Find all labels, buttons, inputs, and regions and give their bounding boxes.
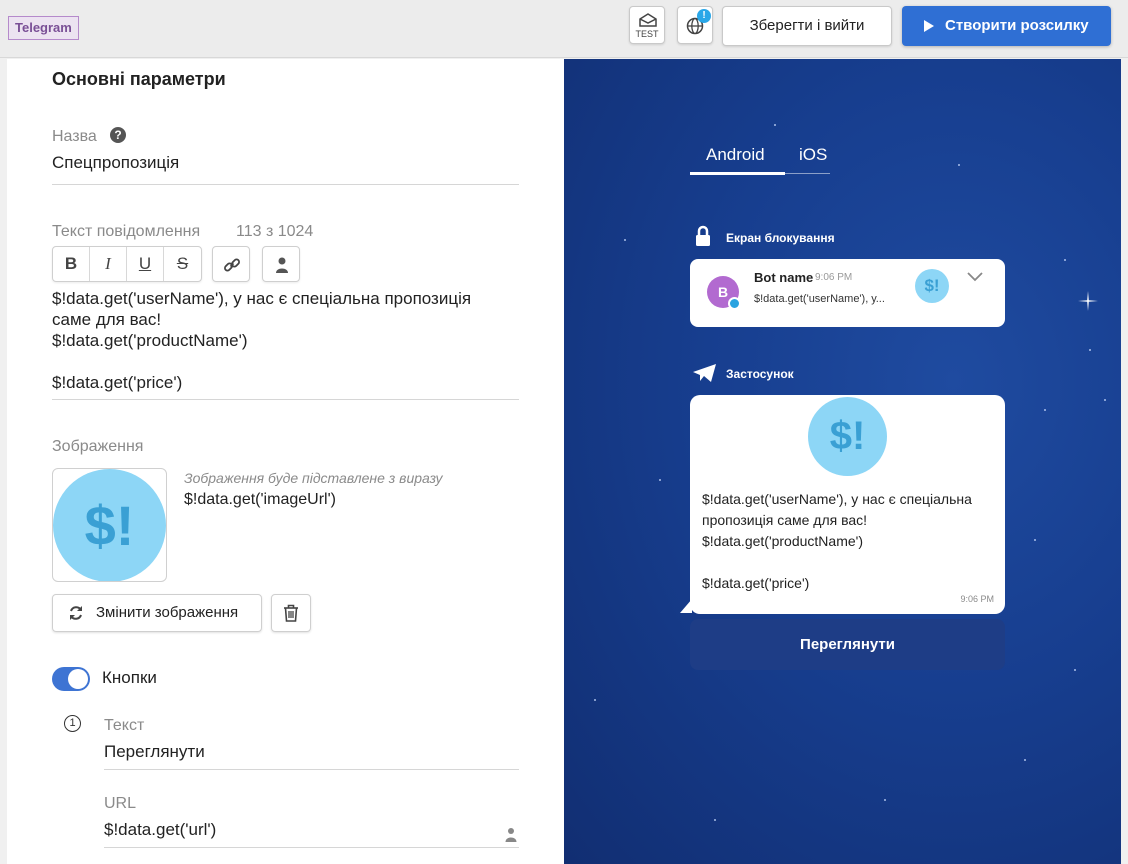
star [1024, 759, 1026, 761]
delete-image-button[interactable] [271, 594, 311, 632]
star [1044, 409, 1046, 411]
top-bar: Telegram TEST ! Зберегти і вийти Створит… [0, 0, 1128, 58]
notification-time: 9:06 PM [815, 272, 853, 283]
message-line: $!data.get('productName') [702, 533, 863, 549]
underline-button[interactable]: U [127, 247, 164, 281]
lock-screen-notification: B Bot name 9:06 PM $!data.get('userName'… [690, 259, 1005, 327]
preview-view-button[interactable]: Переглянути [690, 619, 1005, 670]
bubble-tail [680, 599, 692, 613]
insert-link-button[interactable] [212, 246, 250, 282]
help-icon[interactable]: ? [110, 127, 126, 143]
image-placeholder: $! [53, 469, 166, 581]
url-input[interactable]: $!data.get('url') [104, 820, 216, 840]
button-text-input[interactable]: Переглянути [104, 742, 205, 762]
button-text-underline [104, 769, 519, 770]
url-underline [104, 847, 519, 848]
toggle-knob [68, 669, 88, 689]
telegram-plane-icon [693, 364, 716, 382]
change-image-button[interactable]: Змінити зображення [52, 594, 262, 632]
message-underline [52, 399, 519, 400]
lock-icon [696, 225, 710, 246]
image-label: Зображення [52, 438, 144, 455]
name-label: Назва [52, 128, 97, 145]
active-tab-indicator [690, 172, 785, 175]
star [1064, 259, 1066, 261]
url-variable-button[interactable] [505, 827, 517, 848]
link-icon [224, 258, 240, 272]
star [1074, 669, 1076, 671]
test-send-button[interactable]: TEST [629, 6, 665, 44]
notification-preview-text: $!data.get('userName'), у... [754, 293, 885, 305]
insert-variable-button[interactable] [262, 246, 300, 282]
message-line: $!data.get('userName'), у нас є спеціаль… [702, 491, 972, 507]
name-input[interactable]: Спецпропозиція [52, 153, 179, 173]
message-preview: Android iOS Екран блокування B Bot name … [564, 59, 1121, 864]
char-counter: 113 з 1024 [236, 223, 314, 240]
name-underline [52, 184, 519, 185]
message-line [52, 351, 522, 372]
create-campaign-button[interactable]: Створити розсилку [902, 6, 1111, 46]
buttons-toggle[interactable] [52, 667, 90, 691]
buttons-toggle-label: Кнопки [102, 668, 157, 687]
message-body: $!data.get('userName'), у нас є спеціаль… [702, 489, 997, 594]
image-thumbnail[interactable]: $! [52, 468, 167, 582]
tab-android[interactable]: Android [706, 145, 765, 165]
tab-ios[interactable]: iOS [799, 145, 827, 165]
message-line: $!data.get('price') [52, 373, 183, 392]
format-toolbar: B I U S [52, 246, 202, 282]
change-image-label: Змінити зображення [96, 604, 239, 621]
star [1034, 539, 1036, 541]
star [1104, 399, 1106, 401]
url-label: URL [104, 795, 137, 812]
chevron-down-icon [967, 272, 983, 282]
star [594, 699, 596, 701]
person-icon [505, 828, 517, 842]
italic-button[interactable]: I [90, 247, 127, 281]
message-line: $!data.get('productName') [52, 331, 248, 350]
strikethrough-button[interactable]: S [164, 247, 201, 281]
star [1089, 349, 1091, 351]
star [958, 164, 960, 166]
app-message-bubble: $! $!data.get('userName'), у нас є спеці… [690, 395, 1005, 614]
star [624, 239, 626, 241]
save-exit-button[interactable]: Зберегти і вийти [722, 6, 892, 46]
bold-button[interactable]: B [53, 247, 90, 281]
message-textarea[interactable]: $!data.get('userName'), у нас є спеціаль… [52, 288, 522, 393]
settings-panel: Основні параметри Назва ? Спецпропозиція… [7, 59, 564, 864]
notification-image: $! [915, 269, 949, 303]
star [659, 479, 661, 481]
button-index-badge: 1 [64, 715, 81, 732]
message-line: пропозиція саме для вас! [702, 512, 868, 528]
refresh-icon [70, 606, 82, 620]
channel-badge: Telegram [8, 16, 79, 40]
image-expression: $!data.get('imageUrl') [184, 491, 336, 508]
alert-badge: ! [697, 9, 711, 23]
trash-icon [284, 604, 298, 622]
message-time: 9:06 PM [960, 594, 994, 604]
section-title: Основні параметри [52, 69, 226, 89]
message-line: $!data.get('userName'), у нас є спеціаль… [52, 289, 472, 308]
telegram-badge-icon [728, 297, 741, 310]
envelope-test-icon [639, 13, 657, 27]
lock-screen-label: Екран блокування [726, 231, 835, 245]
person-icon [276, 257, 288, 273]
bot-name: Bot name [754, 270, 814, 285]
message-image: $! [808, 397, 887, 476]
message-line: $!data.get('price') [702, 575, 810, 591]
create-campaign-label: Створити розсилку [945, 17, 1089, 34]
message-line: саме для вас! [52, 310, 162, 329]
message-line [702, 552, 997, 573]
app-label: Застосунок [726, 367, 794, 381]
star [884, 799, 886, 801]
button-text-label: Текст [104, 717, 145, 734]
play-icon [924, 20, 934, 32]
test-label: TEST [635, 29, 659, 39]
star [714, 819, 716, 821]
image-hint: Зображення буде підставлене з виразу [184, 470, 443, 486]
message-text-label: Текст повідомлення [52, 223, 201, 240]
platform-tabs: Android iOS [690, 145, 830, 177]
star [774, 124, 776, 126]
language-button[interactable]: ! [677, 6, 713, 44]
sparkle-icon [1078, 291, 1098, 311]
